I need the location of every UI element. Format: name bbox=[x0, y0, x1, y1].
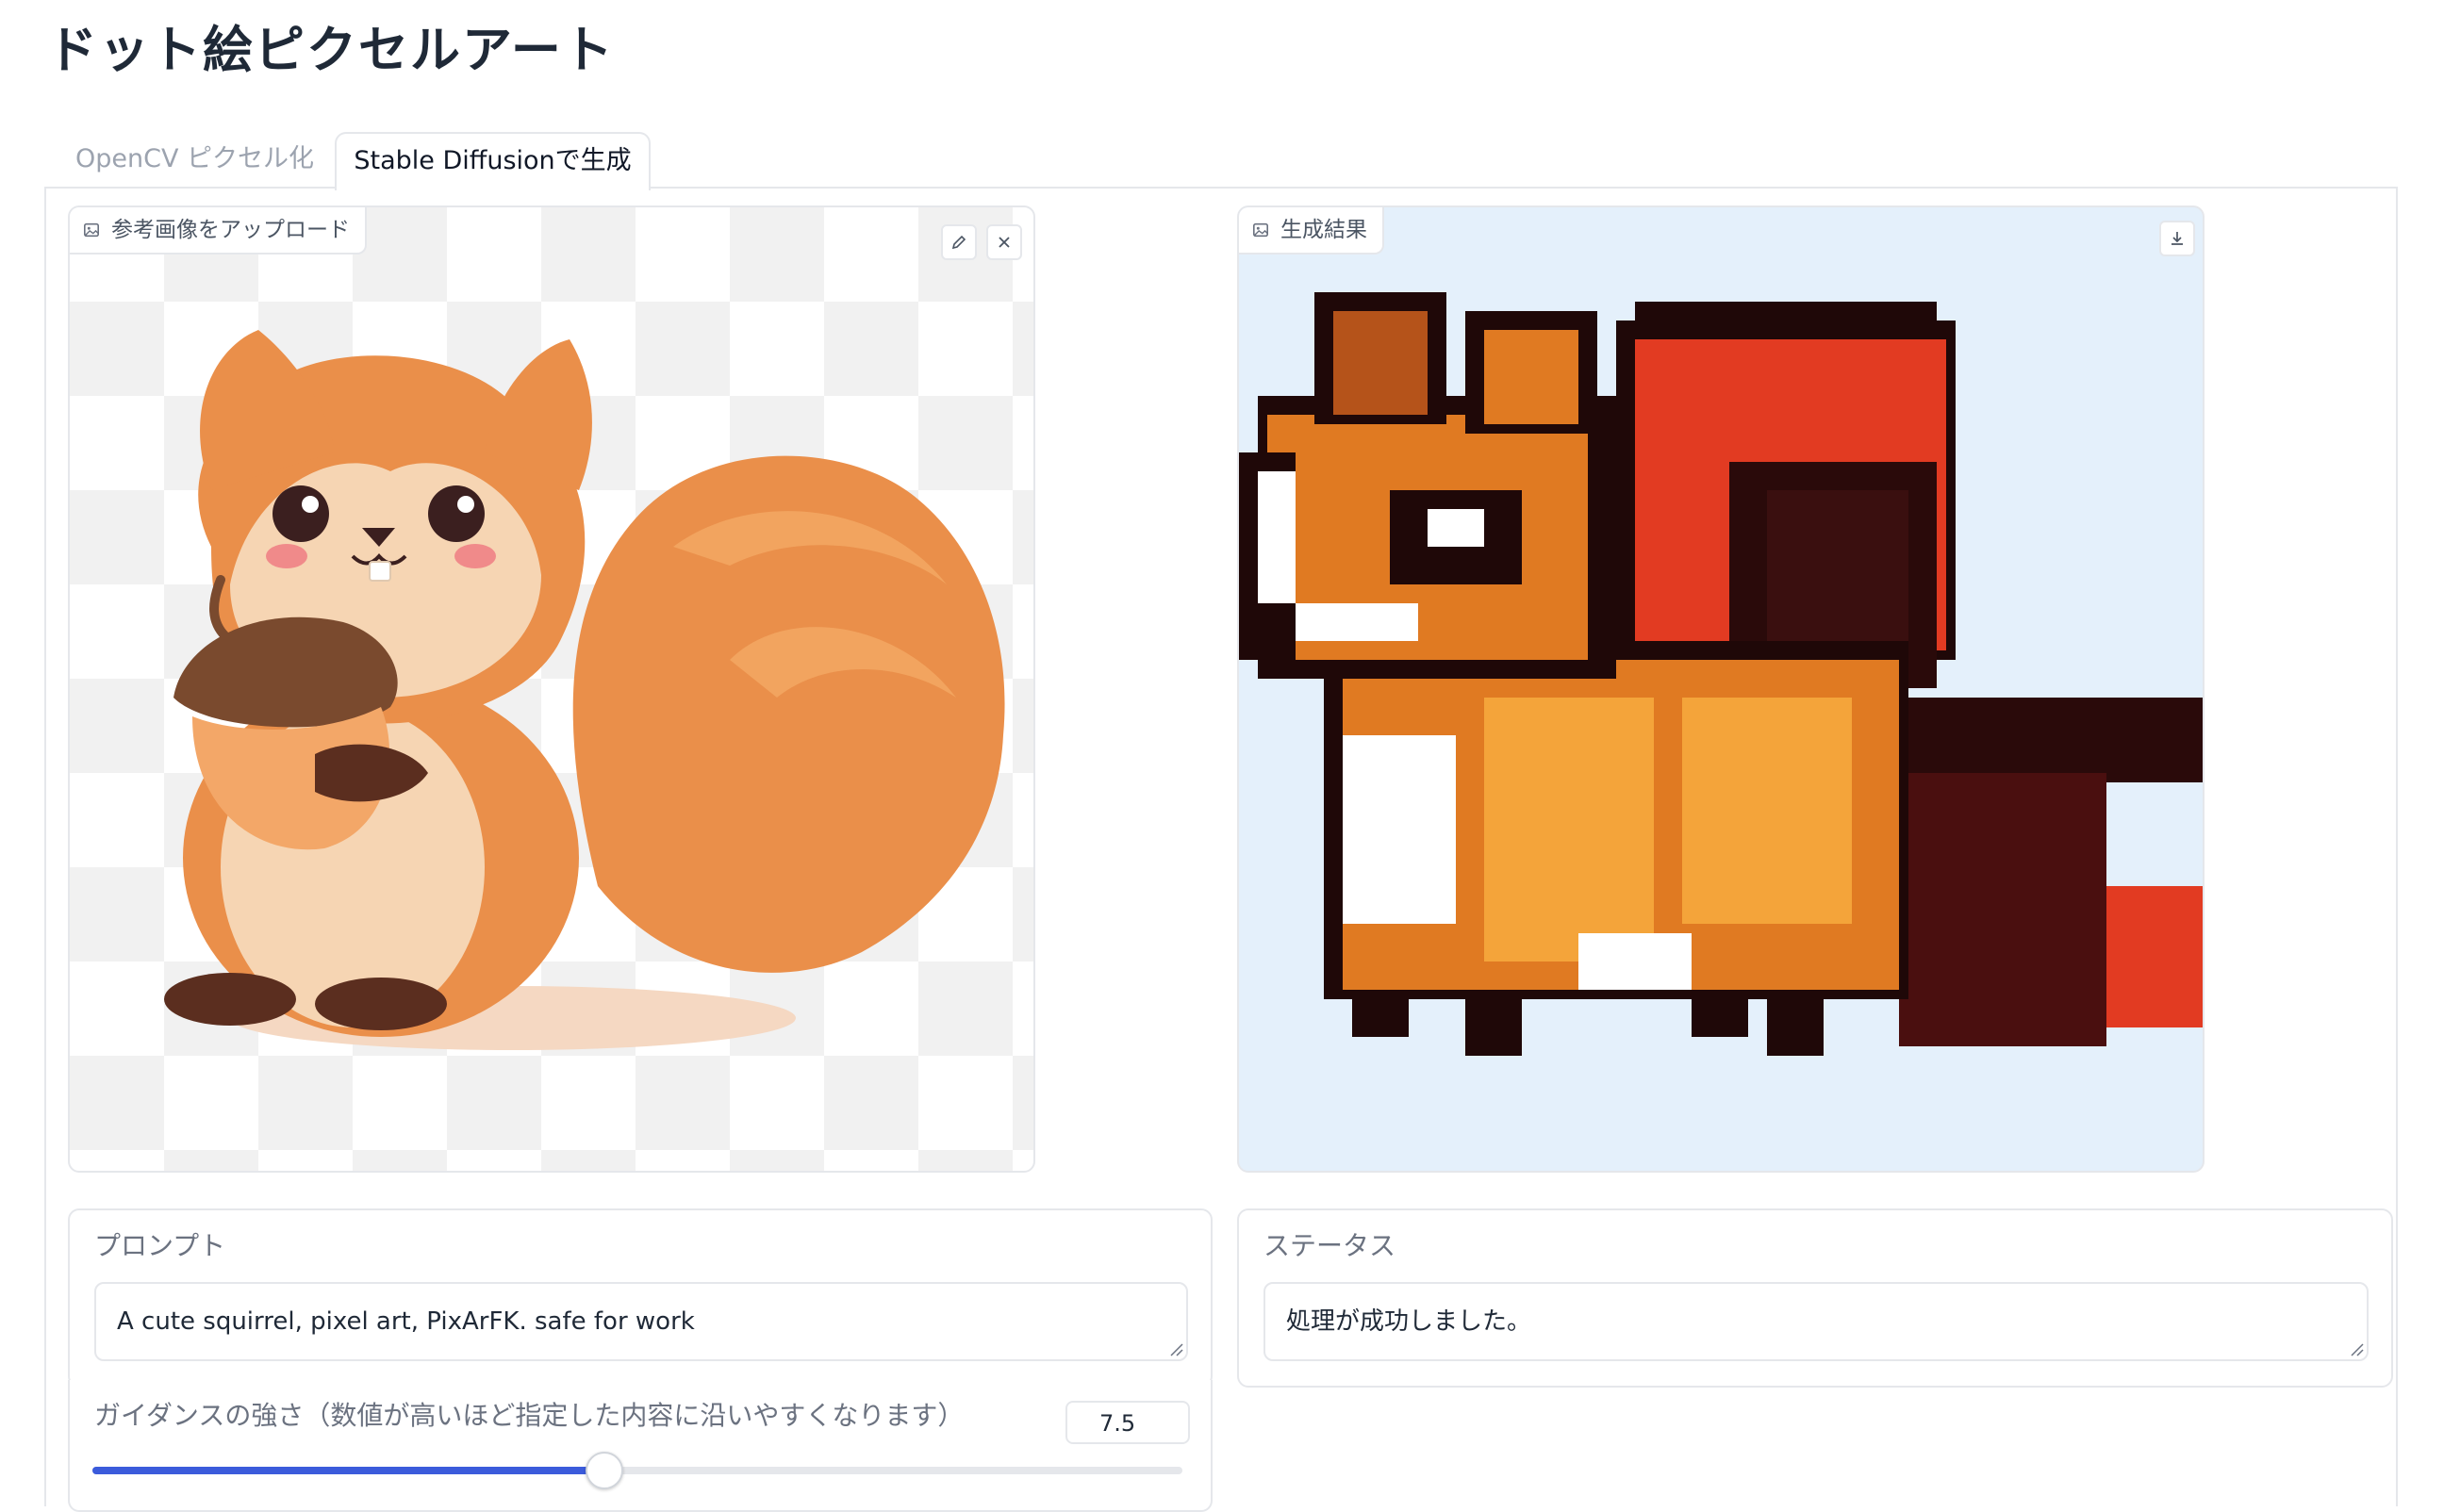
guidance-slider-fill bbox=[92, 1467, 604, 1474]
resize-grip-icon[interactable] bbox=[2350, 1342, 2365, 1357]
prompt-label: プロンプト bbox=[94, 1230, 226, 1261]
generated-result-image: 生成結果 bbox=[1237, 205, 2205, 1173]
status-output: 処理が成功しました。 bbox=[1263, 1282, 2369, 1361]
pencil-icon bbox=[951, 235, 966, 250]
status-block: ステータス 処理が成功しました。 bbox=[1237, 1208, 2393, 1388]
result-label: 生成結果 bbox=[1239, 207, 1384, 255]
tab-opencv-pixelate[interactable]: OpenCV ピクセル化 bbox=[75, 132, 314, 189]
uploaded-squirrel-image bbox=[164, 330, 1005, 1050]
upload-label: 参考画像をアップロード bbox=[70, 207, 367, 255]
pixel-squirrel-image bbox=[1239, 292, 2203, 1056]
guidance-label: ガイダンスの強さ（数値が高いほど指定した内容に沿いやすくなります） bbox=[94, 1400, 965, 1431]
prompt-block: プロンプト A cute squirrel, pixel art, PixArF… bbox=[68, 1208, 1213, 1388]
guidance-block: ガイダンスの強さ（数値が高いほど指定した内容に沿いやすくなります） 7.5 bbox=[68, 1380, 1213, 1512]
status-label: ステータス bbox=[1263, 1230, 1396, 1261]
reference-image-upload[interactable]: 参考画像をアップロード bbox=[68, 205, 1035, 1173]
tab-stable-diffusion[interactable]: Stable Diffusionで生成 bbox=[335, 132, 651, 190]
clear-image-button[interactable] bbox=[986, 224, 1022, 260]
guidance-number-input[interactable]: 7.5 bbox=[1065, 1401, 1190, 1444]
result-label-text: 生成結果 bbox=[1280, 218, 1367, 242]
page-title: ドット絵ピクセルアート bbox=[47, 22, 615, 79]
download-button[interactable] bbox=[2159, 221, 2195, 256]
download-icon bbox=[2172, 232, 2183, 245]
prompt-input[interactable]: A cute squirrel, pixel art, PixArFK. saf… bbox=[94, 1282, 1188, 1361]
upload-label-text: 参考画像をアップロード bbox=[111, 218, 350, 242]
image-icon bbox=[1252, 222, 1269, 238]
edit-image-button[interactable] bbox=[941, 224, 977, 260]
resize-grip-icon[interactable] bbox=[1169, 1342, 1184, 1357]
image-icon bbox=[83, 222, 100, 238]
close-icon bbox=[999, 237, 1010, 248]
guidance-slider-thumb[interactable] bbox=[586, 1452, 623, 1489]
